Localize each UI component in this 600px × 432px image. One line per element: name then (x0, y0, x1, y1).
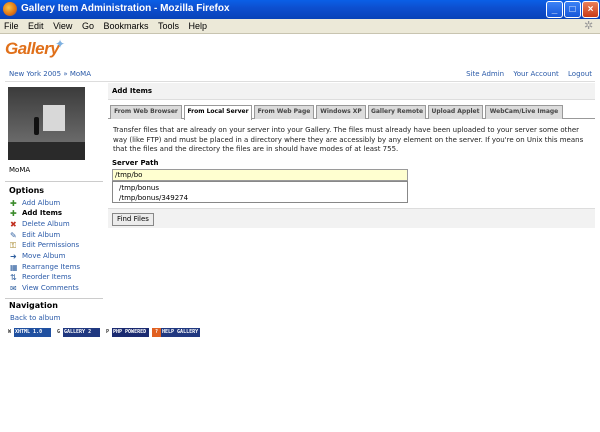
rearrange-icon: ▦ (10, 263, 18, 272)
menu-file[interactable]: File (0, 19, 22, 31)
gallery-logo[interactable]: Gallery ✦ (5, 37, 65, 61)
breadcrumb-item-link[interactable]: MoMA (70, 70, 91, 78)
badge-label: PHP POWERED (113, 329, 147, 335)
sidebar-item-add-album[interactable]: ✚ Add Album (10, 199, 60, 209)
sidebar-divider (5, 298, 103, 299)
sidebar-item-label: Edit Permissions (22, 241, 80, 249)
thumbnail-floor (8, 142, 85, 160)
sparkle-icon: ✦ (55, 37, 66, 51)
edit-icon: ✎ (10, 231, 17, 240)
back-to-album-link[interactable]: Back to album (10, 314, 60, 322)
sidebar-item-rearrange-items[interactable]: ▦ Rearrange Items (10, 263, 80, 273)
tab-from-local-server[interactable]: From Local Server (184, 105, 252, 120)
close-button[interactable]: × (582, 1, 599, 18)
menu-bar: File Edit View Go Bookmarks Tools Help ✲ (0, 19, 600, 34)
badge-label: HELP GALLERY (162, 329, 199, 335)
gallery-badge[interactable]: G GALLERY 2 (54, 328, 100, 337)
tab-from-web-page[interactable]: From Web Page (254, 105, 314, 119)
sidebar-item-delete-album[interactable]: ✖ Delete Album (10, 220, 70, 230)
php-badge[interactable]: P PHP POWERED (103, 328, 149, 337)
sidebar-item-label: Delete Album (22, 220, 70, 228)
badge-label: XHTML 1.0 (15, 329, 43, 335)
reorder-icon: ⇅ (10, 273, 17, 282)
add-items-icon: ✚ (10, 209, 17, 218)
autocomplete-option[interactable]: /tmp/bonus (119, 184, 159, 192)
sidebar-item-label: Rearrange Items (22, 263, 81, 271)
menu-edit[interactable]: Edit (24, 19, 47, 31)
instructions-text: Transfer files that are already on your … (113, 126, 584, 153)
sidebar-item-label: Add Items (22, 209, 63, 217)
sidebar-item-view-comments[interactable]: ✉ View Comments (10, 284, 79, 294)
maximize-button[interactable]: □ (564, 1, 581, 18)
menu-bookmarks[interactable]: Bookmarks (99, 19, 151, 31)
thumbnail-screen (43, 105, 65, 131)
server-path-label: Server Path (112, 159, 159, 167)
your-account-link[interactable]: Your Account (513, 70, 558, 78)
logout-link[interactable]: Logout (568, 70, 592, 78)
button-bar: Find Files (108, 208, 595, 228)
w3c-icon: W (5, 328, 14, 337)
tab-gallery-remote[interactable]: Gallery Remote (368, 105, 426, 119)
find-files-button[interactable]: Find Files (112, 213, 154, 226)
album-thumbnail[interactable] (8, 87, 85, 160)
minimize-button[interactable]: _ (546, 1, 563, 18)
autocomplete-option[interactable]: /tmp/bonus/349274 (119, 194, 188, 202)
tab-bar: From Web Browser From Local Server From … (108, 105, 595, 120)
sidebar-item-label: Reorder Items (22, 273, 72, 281)
sidebar-item-reorder-items[interactable]: ⇅ Reorder Items (10, 273, 71, 283)
sidebar-item-edit-permissions[interactable]: ⚿ Edit Permissions (10, 241, 79, 251)
sidebar-item-label: View Comments (22, 284, 79, 292)
thumbnail-figure (34, 117, 39, 135)
help-badge[interactable]: ? HELP GALLERY (152, 328, 200, 337)
delete-icon: ✖ (10, 220, 17, 229)
menu-help[interactable]: Help (185, 19, 211, 31)
album-name: MoMA (9, 166, 31, 174)
tab-from-web-browser[interactable]: From Web Browser (110, 105, 182, 119)
breadcrumb: New York 2005 » MoMA (9, 70, 91, 78)
menu-view[interactable]: View (49, 19, 75, 31)
gallery-badge-icon: G (54, 328, 63, 337)
autocomplete-dropdown: /tmp/bonus /tmp/bonus/349274 (112, 181, 408, 203)
site-admin-link[interactable]: Site Admin (466, 70, 504, 78)
badge-label: GALLERY 2 (64, 329, 92, 335)
navigation-heading: Navigation (9, 301, 58, 310)
sidebar-item-label: Move Album (22, 252, 66, 260)
breadcrumb-album-link[interactable]: New York 2005 (9, 70, 61, 78)
comments-icon: ✉ (10, 284, 17, 293)
help-icon: ? (152, 328, 161, 337)
php-icon: P (103, 328, 112, 337)
logo-text: Gallery (5, 39, 60, 58)
xhtml-badge[interactable]: W XHTML 1.0 (5, 328, 51, 337)
breadcrumb-bar: New York 2005 » MoMA Site Admin Your Acc… (5, 68, 595, 82)
window-title: Gallery Item Administration - Mozilla Fi… (21, 3, 230, 14)
window-title-bar[interactable]: Gallery Item Administration - Mozilla Fi… (0, 0, 600, 19)
add-album-icon: ✚ (10, 199, 17, 208)
throbber-icon: ✲ (584, 20, 594, 32)
permissions-icon: ⚿ (10, 241, 17, 250)
page-title-bar: Add Items (108, 83, 595, 100)
sidebar-item-edit-album[interactable]: ✎ Edit Album (10, 231, 60, 241)
sidebar-item-add-items[interactable]: ✚ Add Items (10, 209, 62, 219)
server-path-input[interactable]: /tmp/bo (112, 169, 408, 181)
breadcrumb-separator: » (63, 70, 68, 78)
options-heading: Options (9, 186, 45, 195)
page-title: Add Items (112, 87, 153, 95)
sidebar-item-move-album[interactable]: ➜ Move Album (10, 252, 65, 262)
tab-webcam-live-image[interactable]: WebCam/Live Image (485, 105, 563, 119)
sidebar-divider (5, 181, 103, 182)
sidebar-item-label: Edit Album (22, 231, 61, 239)
system-links: Site Admin Your Account Logout (459, 70, 592, 78)
sidebar-item-label: Add Album (22, 199, 61, 207)
firefox-icon (3, 2, 17, 16)
tab-upload-applet[interactable]: Upload Applet (428, 105, 483, 119)
menu-go[interactable]: Go (78, 19, 97, 31)
menu-tools[interactable]: Tools (154, 19, 182, 31)
move-icon: ➜ (10, 252, 17, 261)
tab-windows-xp[interactable]: Windows XP (316, 105, 366, 119)
